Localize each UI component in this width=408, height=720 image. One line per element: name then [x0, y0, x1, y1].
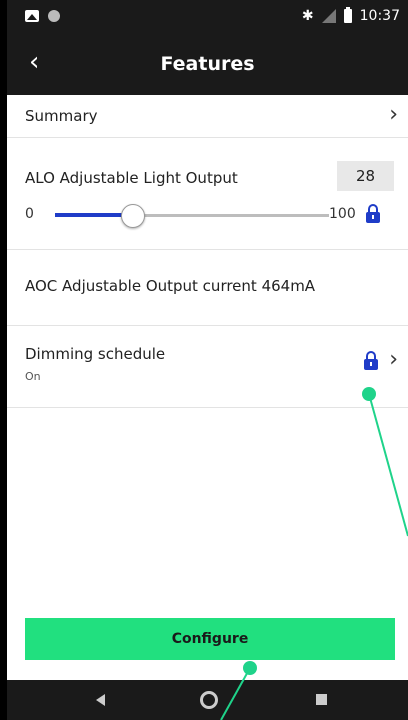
bluetooth-icon: ✱ — [301, 8, 314, 24]
alo-slider[interactable] — [55, 201, 329, 231]
app-bar: ‹ Features — [7, 35, 408, 95]
aoc-row[interactable]: AOC Adjustable Output current 464mA — [7, 249, 408, 326]
status-bar: ✱ 10:37 — [7, 0, 408, 35]
configure-button[interactable]: Configure — [25, 618, 395, 660]
chevron-right-icon: › — [389, 347, 398, 372]
nav-recents-icon[interactable] — [316, 694, 327, 705]
alo-label: ALO Adjustable Light Output — [25, 169, 238, 187]
status-time: 10:37 — [359, 8, 400, 24]
gallery-notification-icon — [25, 10, 39, 22]
navigation-bar — [7, 680, 408, 720]
nav-home-icon[interactable] — [200, 691, 218, 709]
page-title: Features — [160, 53, 255, 75]
dimming-label: Dimming schedule — [25, 345, 166, 363]
alo-row: ALO Adjustable Light Output 28 0 100 — [7, 137, 408, 250]
dimming-schedule-row[interactable]: Dimming schedule On › — [7, 325, 408, 408]
nav-back-icon[interactable] — [96, 694, 105, 706]
signal-icon — [321, 9, 336, 23]
lock-icon[interactable] — [366, 204, 380, 223]
alo-max-label: 100 — [329, 206, 356, 222]
alo-min-label: 0 — [25, 206, 34, 222]
chevron-right-icon: › — [389, 102, 398, 127]
alo-value-field[interactable]: 28 — [337, 161, 394, 191]
aoc-label: AOC Adjustable Output current 464mA — [25, 277, 316, 295]
summary-label: Summary — [25, 107, 98, 125]
dimming-status: On — [25, 370, 41, 383]
battery-icon — [343, 7, 352, 23]
notification-dot-icon — [48, 10, 60, 22]
lock-icon[interactable] — [364, 351, 378, 370]
summary-row[interactable]: Summary › — [7, 95, 408, 138]
phone-screen: ✱ 10:37 ‹ Features Summary › ALO Adjusta… — [7, 0, 408, 720]
slider-thumb[interactable] — [120, 204, 145, 228]
